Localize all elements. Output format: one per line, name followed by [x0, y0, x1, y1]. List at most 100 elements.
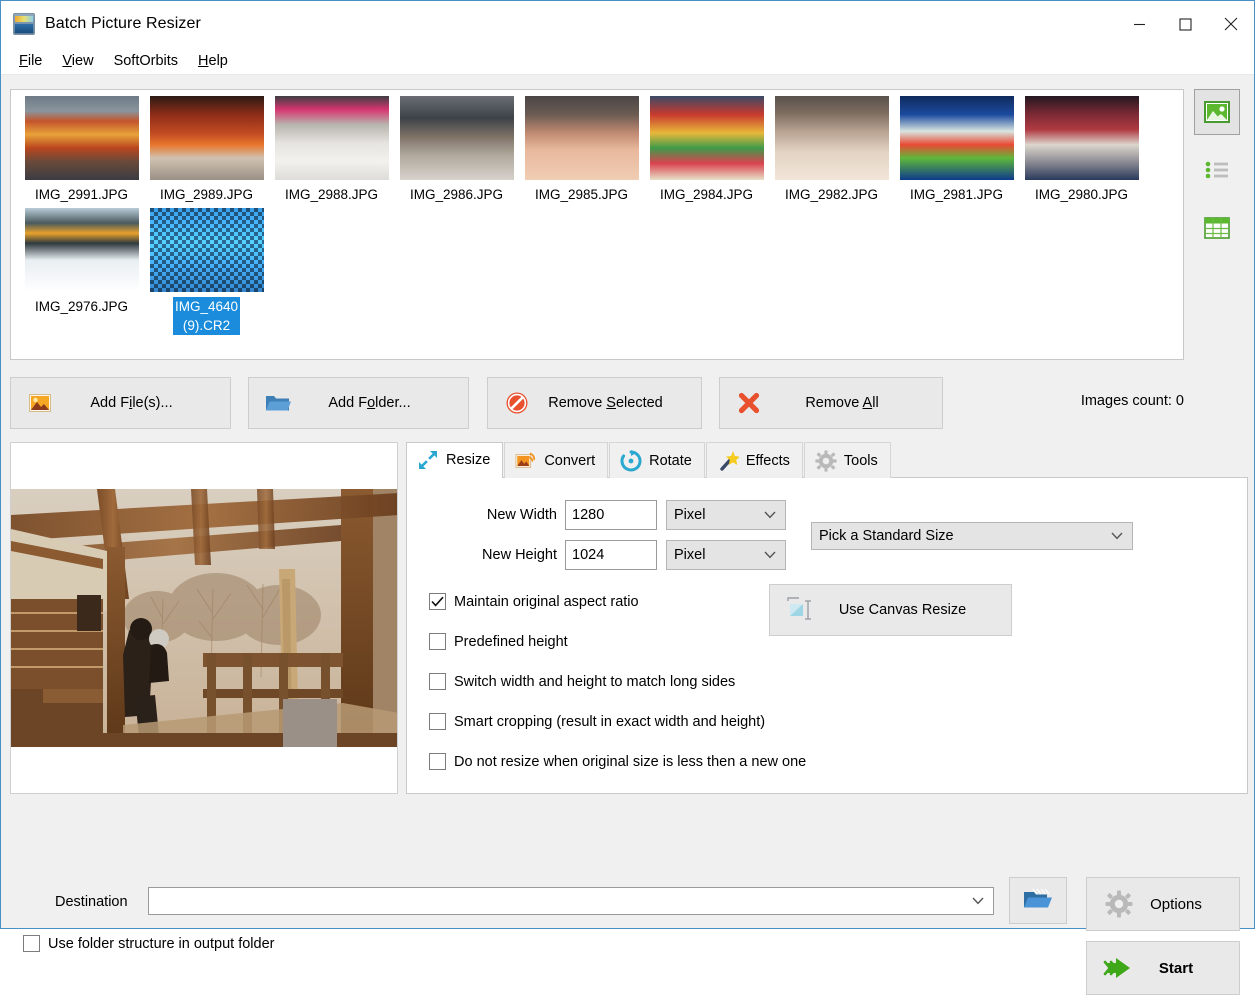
use-folder-structure-checkbox[interactable]: Use folder structure in output folder [23, 935, 274, 952]
thumbnail-label: IMG_2984.JPG [659, 187, 754, 202]
gear-icon [815, 449, 837, 472]
use-canvas-resize-button[interactable]: Use Canvas Resize [769, 584, 1012, 636]
maximize-button[interactable] [1162, 1, 1208, 47]
convert-icon [515, 450, 537, 472]
thumbnail-image [24, 96, 139, 180]
start-label: Start [1158, 959, 1194, 977]
tab-effects[interactable]: Effects [705, 442, 803, 478]
tab-label: Convert [544, 452, 596, 469]
thumbnail-item[interactable]: IMG_2981.JPG [894, 96, 1019, 204]
thumbnail-item[interactable]: IMG_2984.JPG [644, 96, 769, 204]
resize-option-checkbox[interactable]: Smart cropping (result in exact width an… [429, 713, 765, 730]
close-button[interactable] [1208, 1, 1254, 47]
add-folder-button[interactable]: Add Folder... [248, 377, 469, 429]
tab-label: Tools [843, 452, 878, 469]
width-unit-select[interactable]: Pixel [666, 500, 786, 530]
resize-option-checkbox[interactable]: Switch width and height to match long si… [429, 673, 735, 690]
thumbnail-image [149, 208, 264, 292]
thumbnail-label: IMG_2982.JPG [784, 187, 879, 202]
tab-strip: Resize Convert Rotate Effects Tools [406, 442, 1248, 478]
menu-file[interactable]: File [11, 50, 50, 72]
window-controls [1116, 1, 1254, 47]
list-view-button[interactable] [1194, 147, 1240, 193]
thumbnail-item[interactable]: IMG_4640 (9).CR2 [144, 208, 269, 335]
file-actions-toolbar: Add File(s)... Add Folder... Remove Sele… [10, 377, 1248, 429]
menu-view[interactable]: View [54, 50, 101, 72]
add-files-button[interactable]: Add File(s)... [10, 377, 231, 429]
resize-option-checkbox[interactable]: Do not resize when original size is less… [429, 753, 806, 770]
tab-convert[interactable]: Convert [504, 442, 609, 478]
checkbox-box [429, 753, 446, 770]
new-width-label: New Width [486, 507, 557, 523]
thumbnail-item[interactable]: IMG_2991.JPG [19, 96, 144, 204]
thumbnail-label: IMG_2981.JPG [909, 187, 1004, 202]
details-view-button[interactable] [1194, 205, 1240, 251]
menu-bar: File View SoftOrbits Help [1, 47, 1254, 75]
resize-option-checkbox[interactable]: Maintain original aspect ratio [429, 593, 639, 610]
thumbnail-label: IMG_2980.JPG [1034, 187, 1129, 202]
preview-image [11, 489, 397, 747]
thumbnail-image [774, 96, 889, 180]
checkbox-box [429, 713, 446, 730]
resize-arrows-icon [417, 449, 439, 471]
new-width-input[interactable] [565, 500, 657, 530]
add-files-label: Add File(s)... [90, 395, 173, 411]
thumbnail-label: IMG_2985.JPG [534, 187, 629, 202]
thumbnail-item[interactable]: IMG_2986.JPG [394, 96, 519, 204]
canvas-resize-icon [778, 597, 824, 623]
resize-option-label: Switch width and height to match long si… [454, 673, 736, 690]
chevron-down-icon [764, 511, 776, 519]
standard-size-value: Pick a Standard Size [819, 528, 954, 544]
resize-option-label: Smart cropping (result in exact width an… [454, 713, 766, 730]
window-title: Batch Picture Resizer [45, 15, 201, 32]
height-unit-select[interactable]: Pixel [666, 540, 786, 570]
menu-help[interactable]: Help [190, 50, 236, 72]
resize-option-checkbox[interactable]: Predefined height [429, 633, 568, 650]
thumbnail-image [274, 96, 389, 180]
remove-all-label: Remove All [805, 395, 879, 411]
chevron-down-icon [1111, 532, 1123, 540]
options-button[interactable]: Options [1086, 877, 1240, 931]
add-folder-label: Add Folder... [328, 395, 411, 411]
application-window: Batch Picture Resizer File View SoftOrbi… [0, 0, 1255, 995]
thumbnail-item[interactable]: IMG_2980.JPG [1019, 96, 1144, 204]
green-arrow-icon [1099, 955, 1139, 981]
remove-all-button[interactable]: Remove All [719, 377, 943, 429]
thumbnail-item[interactable]: IMG_2988.JPG [269, 96, 394, 204]
thumbnail-view-button[interactable] [1194, 89, 1240, 135]
tab-resize[interactable]: Resize [406, 442, 504, 478]
folder-icon [263, 393, 293, 413]
standard-size-select[interactable]: Pick a Standard Size [811, 522, 1133, 550]
thumbnail-label: IMG_2976.JPG [34, 299, 129, 314]
thumbnail-item[interactable]: IMG_2985.JPG [519, 96, 644, 204]
destination-combobox[interactable] [148, 887, 994, 915]
thumbnail-item[interactable]: IMG_2989.JPG [144, 96, 269, 204]
thumbnail-image [399, 96, 514, 180]
tab-label: Rotate [649, 452, 692, 469]
menu-softorbits[interactable]: SoftOrbits [106, 50, 186, 72]
thumbnail-image [1024, 96, 1139, 180]
red-x-icon [734, 391, 764, 415]
resize-option-label: Maintain original aspect ratio [454, 593, 639, 610]
tab-label: Resize [446, 452, 491, 468]
thumbnail-list[interactable]: IMG_2991.JPG IMG_2989.JPG IMG_2988.JPG IMG_… [10, 89, 1184, 360]
main-content: IMG_2991.JPG IMG_2989.JPG IMG_2988.JPG IMG_… [1, 76, 1254, 995]
width-unit-value: Pixel [674, 507, 706, 523]
thumbnail-label: IMG_2989.JPG [159, 187, 254, 202]
thumbnail-label: IMG_2988.JPG [284, 187, 379, 202]
rotate-icon [620, 449, 642, 472]
checkbox-box [429, 673, 446, 690]
thumbnail-item[interactable]: IMG_2982.JPG [769, 96, 894, 204]
tab-tools[interactable]: Tools [803, 442, 891, 478]
remove-selected-button[interactable]: Remove Selected [487, 377, 702, 429]
thumbnail-image [649, 96, 764, 180]
start-button[interactable]: Start [1086, 941, 1240, 995]
title-bar: Batch Picture Resizer [1, 1, 1254, 47]
minimize-button[interactable] [1116, 1, 1162, 47]
new-height-input[interactable] [565, 540, 657, 570]
browse-destination-button[interactable] [1009, 877, 1067, 924]
tab-rotate[interactable]: Rotate [609, 442, 705, 478]
thumbnail-item[interactable]: IMG_2976.JPG [19, 208, 144, 335]
height-unit-value: Pixel [674, 547, 706, 563]
tab-label: Effects [745, 452, 790, 469]
